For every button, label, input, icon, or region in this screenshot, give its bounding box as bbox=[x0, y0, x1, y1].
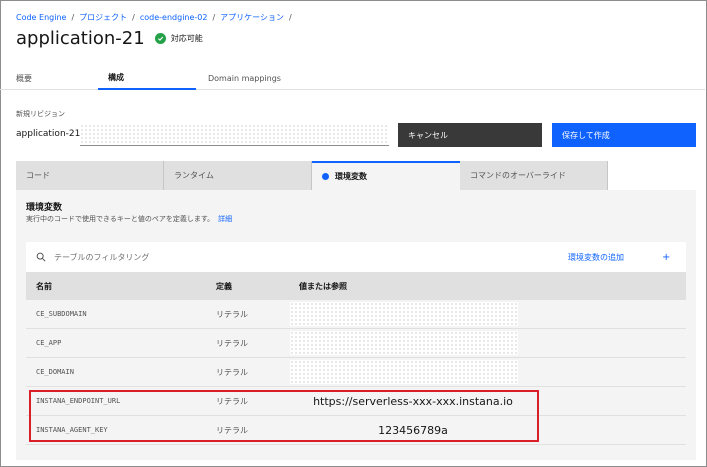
cell-type: リテラル bbox=[216, 338, 248, 348]
table-header: 名前 定義 値または参照 bbox=[26, 272, 686, 300]
table-row[interactable]: CE_DOMAIN リテラル bbox=[26, 358, 686, 387]
table-row[interactable]: CE_APP リテラル bbox=[26, 329, 686, 358]
search-icon bbox=[36, 251, 48, 263]
sub-tab-label: ランタイム bbox=[174, 171, 214, 180]
config-sub-tabs: コード ランタイム 環境変数 コマンドのオーバーライド bbox=[16, 161, 608, 190]
title-row: application-21 対応可能 bbox=[16, 26, 697, 50]
plus-icon[interactable]: + bbox=[662, 252, 670, 263]
breadcrumb-separator: / bbox=[71, 12, 75, 22]
active-dot-icon bbox=[322, 173, 329, 180]
annotation-highlight-box bbox=[29, 390, 539, 442]
tab-domain-mappings[interactable]: Domain mappings bbox=[196, 66, 396, 90]
header-value: 値または参照 bbox=[299, 281, 347, 291]
header-name: 名前 bbox=[36, 281, 52, 291]
table-toolbar: 環境変数の追加 + bbox=[26, 242, 686, 272]
sub-tab-command-overrides[interactable]: コマンドのオーバーライド bbox=[460, 161, 608, 190]
cancel-button[interactable]: キャンセル bbox=[398, 123, 542, 147]
masked-value bbox=[290, 302, 518, 326]
status-badge: 対応可能 bbox=[154, 32, 203, 44]
table-row[interactable]: CE_SUBDOMAIN リテラル bbox=[26, 300, 686, 329]
cell-name: CE_SUBDOMAIN bbox=[36, 310, 87, 318]
page-title: application-21 bbox=[16, 27, 145, 49]
details-link[interactable]: 詳細 bbox=[218, 215, 232, 223]
breadcrumb-separator: / bbox=[212, 12, 216, 22]
top-tabs: 概要 構成 Domain mappings bbox=[0, 66, 705, 90]
cell-name: CE_APP bbox=[36, 339, 62, 347]
breadcrumb-separator: / bbox=[132, 12, 135, 22]
save-and-create-button[interactable]: 保存して作成 bbox=[552, 123, 696, 147]
section-title: 環境変数 bbox=[26, 203, 63, 213]
sub-tab-code[interactable]: コード bbox=[16, 161, 164, 190]
breadcrumb-project-name[interactable]: code-endgine-02 bbox=[140, 13, 208, 22]
breadcrumb: Code Engine / プロジェクト / code-endgine-02 /… bbox=[16, 10, 697, 24]
page-header: Code Engine / プロジェクト / code-endgine-02 /… bbox=[16, 10, 697, 50]
breadcrumb-applications[interactable]: アプリケーション bbox=[220, 12, 284, 23]
revision-prefix: application-21- bbox=[16, 129, 84, 139]
masked-value bbox=[290, 360, 518, 384]
description-text: 実行中のコードで使用できるキーと値のペアを定義します。 bbox=[26, 215, 215, 223]
cell-type: リテラル bbox=[216, 367, 248, 377]
section-description: 実行中のコードで使用できるキーと値のペアを定義します。 詳細 bbox=[26, 214, 232, 224]
header-definition: 定義 bbox=[216, 281, 232, 291]
add-env-var-link[interactable]: 環境変数の追加 bbox=[568, 252, 624, 263]
cell-name: CE_DOMAIN bbox=[36, 368, 74, 376]
sub-tab-label: コマンドのオーバーライド bbox=[470, 171, 566, 180]
status-text: 対応可能 bbox=[170, 33, 203, 43]
sub-tab-environment-variables[interactable]: 環境変数 bbox=[312, 161, 460, 190]
masked-value bbox=[290, 331, 518, 355]
breadcrumb-separator: / bbox=[289, 12, 292, 22]
sub-tab-runtime[interactable]: ランタイム bbox=[164, 161, 312, 190]
sub-tab-label: 環境変数 bbox=[335, 172, 367, 181]
cell-type: リテラル bbox=[216, 309, 248, 319]
checkmark-icon bbox=[154, 32, 166, 44]
breadcrumb-project[interactable]: プロジェクト bbox=[79, 12, 127, 23]
sub-tab-label: コード bbox=[26, 171, 50, 180]
tab-overview[interactable]: 概要 bbox=[0, 66, 98, 90]
table-filter-input[interactable] bbox=[54, 252, 254, 262]
new-revision-label: 新規リビジョン bbox=[16, 110, 65, 118]
breadcrumb-code-engine[interactable]: Code Engine bbox=[16, 13, 66, 22]
tab-configuration[interactable]: 構成 bbox=[98, 66, 196, 90]
revision-name-input[interactable] bbox=[80, 124, 389, 146]
